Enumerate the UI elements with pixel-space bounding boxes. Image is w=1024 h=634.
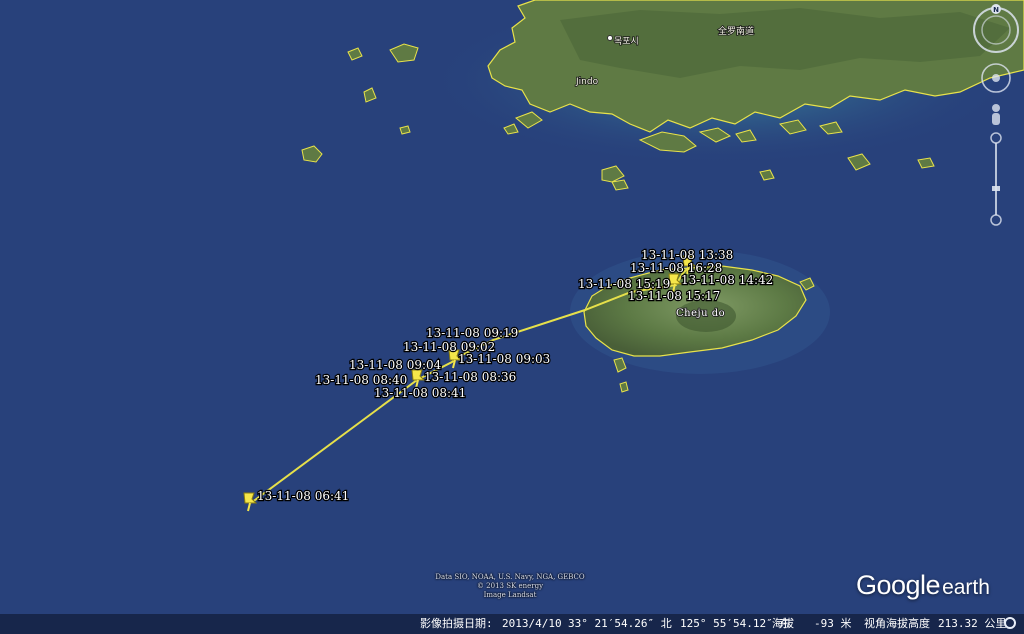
google-earth-logo: Googleearth	[856, 570, 990, 601]
look-joystick-icon[interactable]	[981, 63, 1011, 93]
place-label-cheju: Cheju do	[676, 308, 725, 319]
track-label-0840[interactable]: 13-11-08 08:40	[314, 372, 409, 388]
track-label-1519[interactable]: 13-11-08 15:19	[577, 276, 672, 292]
map-attribution: Data SIO, NOAA, U.S. Navy, NGA, GEBCO © …	[405, 573, 615, 600]
eye-altitude-label: 视角海拔高度	[864, 617, 930, 630]
city-marker	[607, 35, 613, 41]
track-label-0919[interactable]: 13-11-08 09:19	[425, 325, 520, 341]
track-label-0841[interactable]: 13-11-08 08:41	[373, 385, 468, 401]
track-label-1442[interactable]: 13-11-08 14:42	[680, 272, 775, 288]
place-label-jindo: Jindo	[575, 77, 599, 87]
attribution-line: Data SIO, NOAA, U.S. Navy, NGA, GEBCO	[435, 573, 585, 581]
island	[399, 125, 411, 135]
eye-altitude-readout: 213.32 公里	[938, 617, 1007, 630]
track-label-1628[interactable]: 13-11-08 16:28	[629, 260, 724, 276]
elevation-label: 海拔	[772, 617, 794, 630]
logo-product: earth	[942, 576, 990, 599]
island	[619, 381, 629, 393]
latitude-readout: 33° 21′54.26″ 北	[568, 617, 672, 630]
elevation-readout: -93 米	[814, 617, 852, 630]
attribution-line: © 2013 SK energy	[476, 582, 544, 590]
place-label-jeonnam: 全罗南道	[718, 25, 754, 37]
pegman-icon[interactable]	[992, 104, 1000, 125]
attribution-line: Image Landsat	[483, 591, 537, 599]
place-label-mokpo: 목포시	[614, 36, 639, 47]
track-label-0904[interactable]: 13-11-08 09:04	[348, 357, 443, 373]
track-label-0903[interactable]: 13-11-08 09:03	[457, 351, 552, 367]
track-label-0836[interactable]: 13-11-08 08:36	[423, 369, 518, 385]
status-bar: 影像拍摄日期: 2013/4/10 33° 21′54.26″ 北 125° 5…	[0, 614, 1024, 634]
track-label-1517[interactable]: 13-11-08 15:17	[627, 288, 722, 304]
imagery-date: 2013/4/10	[502, 617, 562, 630]
streaming-status-icon	[1004, 617, 1016, 629]
zoom-slider-icon[interactable]	[990, 132, 1002, 226]
track-label-0902[interactable]: 13-11-08 09:02	[402, 339, 497, 355]
track-label-0641[interactable]: 13-11-08 06:41	[256, 488, 351, 504]
compass-north-label: N	[993, 6, 999, 14]
compass-icon[interactable]: N	[973, 4, 1019, 53]
map-viewport[interactable]: 목포시 全罗南道 Jindo Cheju do 13-11-08 06:41 1…	[0, 0, 1024, 634]
navigation-controls[interactable]: N	[968, 0, 1024, 240]
imagery-date-label: 影像拍摄日期:	[420, 617, 493, 630]
logo-brand: Google	[856, 570, 941, 600]
track-label-1338[interactable]: 13-11-08 13:38	[640, 247, 735, 263]
map-canvas[interactable]: 목포시 全罗南道 Jindo Cheju do 13-11-08 06:41 1…	[0, 0, 1024, 634]
